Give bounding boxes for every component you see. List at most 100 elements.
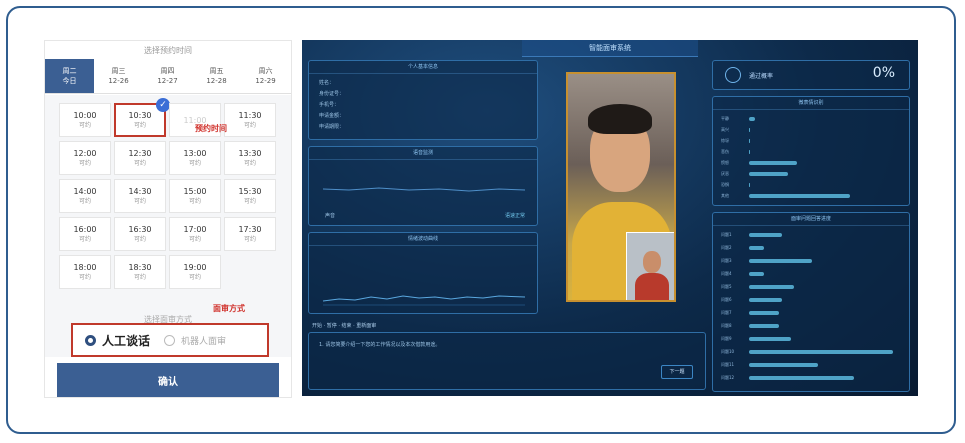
bar-row: 问题7 [721, 310, 901, 315]
day-tabs: 周二 今日 周三 12-26 周四 12-27 周五 12-28 周六 12-29 [45, 59, 291, 94]
bar-label: 惊讶 [721, 138, 729, 143]
slot-time: 16:00 [73, 225, 97, 234]
bar-label: 问题8 [721, 323, 732, 328]
time-slot[interactable]: 14:00 可约 [59, 179, 111, 213]
bar-row: 问题11 [721, 362, 901, 367]
bar [749, 259, 812, 263]
mode-option-manual[interactable]: 人工谈话 [102, 332, 150, 349]
day-week: 周三 [111, 67, 126, 75]
day-date: 今日 [62, 77, 77, 85]
bar-label: 问题6 [721, 297, 732, 302]
time-slot[interactable]: 15:30 可约 [224, 179, 276, 213]
slot-status: 可约 [243, 122, 256, 129]
bar-label: 问题4 [721, 271, 732, 276]
time-slot[interactable]: 13:30 可约 [224, 141, 276, 175]
panel-question: 1. 请您简要介绍一下您的工作情况以及本次借款用途。 下一题 [308, 332, 706, 390]
day-week: 周四 [160, 67, 175, 75]
slot-time: 17:00 [183, 225, 207, 234]
slot-time: 17:30 [238, 225, 262, 234]
bar-row: 问题6 [721, 297, 901, 302]
time-slot[interactable]: 17:30 可约 [224, 217, 276, 251]
slot-status: 可约 [78, 236, 91, 243]
mode-selector: 人工谈话 机器人面审 [71, 323, 269, 357]
info-row: 手机号： [319, 102, 340, 108]
mode-option-robot[interactable]: 机器人面审 [181, 334, 226, 347]
time-slot[interactable]: 19:00 可约 [169, 255, 221, 289]
control-bar[interactable]: 开始 · 暂停 · 结束 · 重新面审 [312, 322, 376, 329]
applicant-hair [588, 104, 652, 134]
time-slot[interactable]: 12:00 可约 [59, 141, 111, 175]
info-row: 姓名： [319, 80, 335, 86]
radio-manual[interactable] [85, 334, 96, 346]
slot-status: 可约 [78, 122, 91, 129]
time-slot[interactable]: 10:00 可约 [59, 103, 111, 137]
bar-row: 问题12 [721, 375, 901, 380]
slot-status: 可约 [188, 274, 201, 281]
section-title: 选择预约时间 [144, 46, 192, 55]
slot-time: 13:30 [238, 149, 262, 158]
tab-day-4[interactable]: 周六 12-29 [241, 59, 290, 93]
slot-status: 可约 [78, 198, 91, 205]
time-slot[interactable]: 18:30 可约 [114, 255, 166, 289]
interviewer-face [643, 251, 661, 273]
slot-status: 可约 [188, 198, 201, 205]
bar-row: 厌恶 [721, 171, 901, 176]
time-slot[interactable]: 15:00 可约 [169, 179, 221, 213]
panel-micro-expression: 微表情识别 平静 高兴 惊讶 悲伤 愤怒 厌恶 恐惧 其他 [712, 96, 910, 206]
panel-pass-rate: 通过概率 0% [712, 60, 910, 90]
bar-row: 问题9 [721, 336, 901, 341]
time-slot[interactable]: 12:30 可约 [114, 141, 166, 175]
bar-label: 问题5 [721, 284, 732, 289]
check-icon: ✓ [156, 98, 170, 112]
bar [749, 117, 755, 121]
slot-time: 13:00 [183, 149, 207, 158]
slot-status: 可约 [243, 160, 256, 167]
panel-personal-info: 个人基本信息 姓名： 身份证号： 手机号： 申请金额： 申请期限： [308, 60, 538, 140]
bar [749, 311, 779, 315]
slot-time: 15:00 [183, 187, 207, 196]
slot-time: 18:00 [73, 263, 97, 272]
tab-day-1[interactable]: 周三 12-26 [94, 59, 143, 93]
time-slot[interactable]: 13:00 可约 [169, 141, 221, 175]
dashboard-title: 智能面审系统 [522, 40, 698, 57]
confirm-button[interactable]: 确认 [57, 363, 279, 397]
bar-label: 问题9 [721, 336, 732, 341]
slot-status: 可约 [188, 236, 201, 243]
time-slot[interactable]: 16:30 可约 [114, 217, 166, 251]
next-question-button[interactable]: 下一题 [661, 365, 693, 379]
time-slot[interactable]: 17:00 可约 [169, 217, 221, 251]
day-week: 周六 [258, 67, 273, 75]
slot-time: 12:30 [128, 149, 152, 158]
bar [749, 272, 764, 276]
bar-row: 问题2 [721, 245, 901, 250]
time-slot[interactable]: 10:30 可约 ✓ [114, 98, 170, 137]
tab-day-3[interactable]: 周五 12-28 [192, 59, 241, 93]
day-date: 12-26 [108, 77, 129, 85]
bar-row: 问题10 [721, 349, 901, 354]
video-feed [566, 72, 676, 302]
bar-row: 问题1 [721, 232, 901, 237]
slot-time: 16:30 [128, 225, 152, 234]
bar-row: 恐惧 [721, 182, 901, 187]
bar-row: 问题4 [721, 271, 901, 276]
panel-voice: 语音监测 声音 语速正常 [308, 146, 538, 226]
bar [749, 246, 764, 250]
question-text: 1. 请您简要介绍一下您的工作情况以及本次借款用途。 [319, 342, 441, 348]
radio-robot[interactable] [164, 334, 176, 346]
time-slot[interactable]: 16:00 可约 [59, 217, 111, 251]
slot-time: 18:30 [128, 263, 152, 272]
time-slot[interactable]: 18:00 可约 [59, 255, 111, 289]
annotation-time: 预约时间 [195, 124, 227, 133]
bar-label: 平静 [721, 116, 729, 121]
bar-row: 惊讶 [721, 138, 901, 143]
info-row: 申请金额： [319, 113, 345, 119]
tab-day-2[interactable]: 周四 12-27 [143, 59, 192, 93]
interview-dashboard: 智能面审系统 个人基本信息 姓名： 身份证号： 手机号： 申请金额： 申请期限： 语音监… [302, 40, 918, 396]
time-slot[interactable]: 14:30 可约 [114, 179, 166, 213]
bar [749, 337, 791, 341]
tab-day-0[interactable]: 周二 今日 [45, 59, 94, 93]
bar-label: 问题11 [721, 362, 735, 367]
time-slot[interactable]: 11:30 可约 [224, 103, 276, 137]
bar [749, 298, 782, 302]
bar-label: 高兴 [721, 127, 729, 132]
